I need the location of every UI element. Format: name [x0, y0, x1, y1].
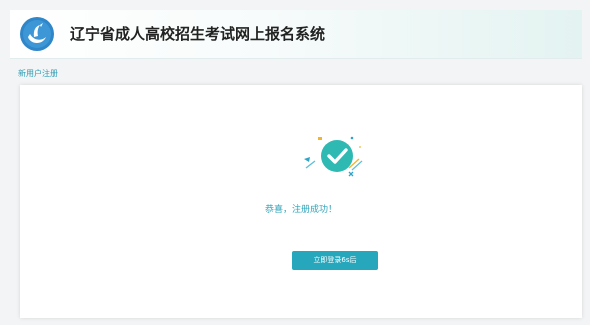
app-title: 辽宁省成人高校招生考试网上报名系统	[70, 25, 326, 43]
breadcrumb: 新用户注册	[18, 69, 58, 78]
registration-result-card: 恭喜，注册成功！ 立即登录6s后	[20, 85, 582, 318]
check-circle-icon	[304, 136, 363, 177]
login-now-button[interactable]: 立即登录6s后	[292, 251, 378, 270]
header-bar: 辽宁省成人高校招生考试网上报名系统	[10, 10, 582, 59]
swan-logo-icon	[20, 17, 54, 51]
success-message: 恭喜，注册成功！	[264, 205, 337, 215]
